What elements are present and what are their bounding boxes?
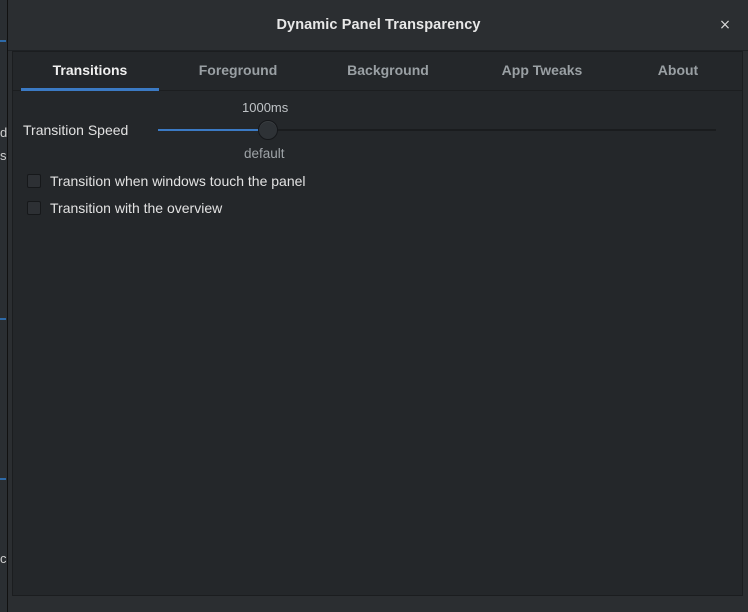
tab-app-tweaks[interactable]: App Tweaks <box>473 52 611 91</box>
background-text-fragment: s <box>0 148 7 163</box>
transition-speed-slider[interactable] <box>158 120 716 140</box>
background-accent-stripe <box>0 40 6 42</box>
preferences-content: Transitions Foreground Background App Tw… <box>12 51 743 596</box>
background-accent-stripe <box>0 478 6 480</box>
window-title: Dynamic Panel Transparency <box>276 17 481 33</box>
close-button[interactable]: × <box>717 17 733 33</box>
preferences-dialog: Dynamic Panel Transparency × Transitions… <box>7 0 748 612</box>
transition-speed-label: Transition Speed <box>23 122 129 138</box>
slider-default-mark: default <box>244 146 285 161</box>
tab-bar: Transitions Foreground Background App Tw… <box>13 52 742 91</box>
transition-speed-row: Transition Speed 1000ms default <box>13 96 742 166</box>
tab-background[interactable]: Background <box>319 52 457 91</box>
background-accent-stripe <box>0 318 6 320</box>
windows-touch-checkbox[interactable] <box>27 174 41 188</box>
tab-transitions[interactable]: Transitions <box>21 52 159 91</box>
overview-checkbox[interactable] <box>27 201 41 215</box>
transition-speed-value: 1000ms <box>242 100 289 115</box>
option-overview[interactable]: Transition with the overview <box>27 198 222 218</box>
tab-foreground[interactable]: Foreground <box>169 52 307 91</box>
background-text-fragment: c <box>0 551 7 566</box>
option-windows-touch-panel[interactable]: Transition when windows touch the panel <box>27 171 306 191</box>
slider-handle[interactable] <box>258 120 279 140</box>
tab-about[interactable]: About <box>623 52 733 91</box>
overview-label: Transition with the overview <box>50 200 223 216</box>
title-bar[interactable]: Dynamic Panel Transparency × <box>8 0 748 51</box>
windows-touch-label: Transition when windows touch the panel <box>50 173 306 189</box>
close-icon: × <box>719 17 731 33</box>
slider-fill <box>158 129 269 131</box>
